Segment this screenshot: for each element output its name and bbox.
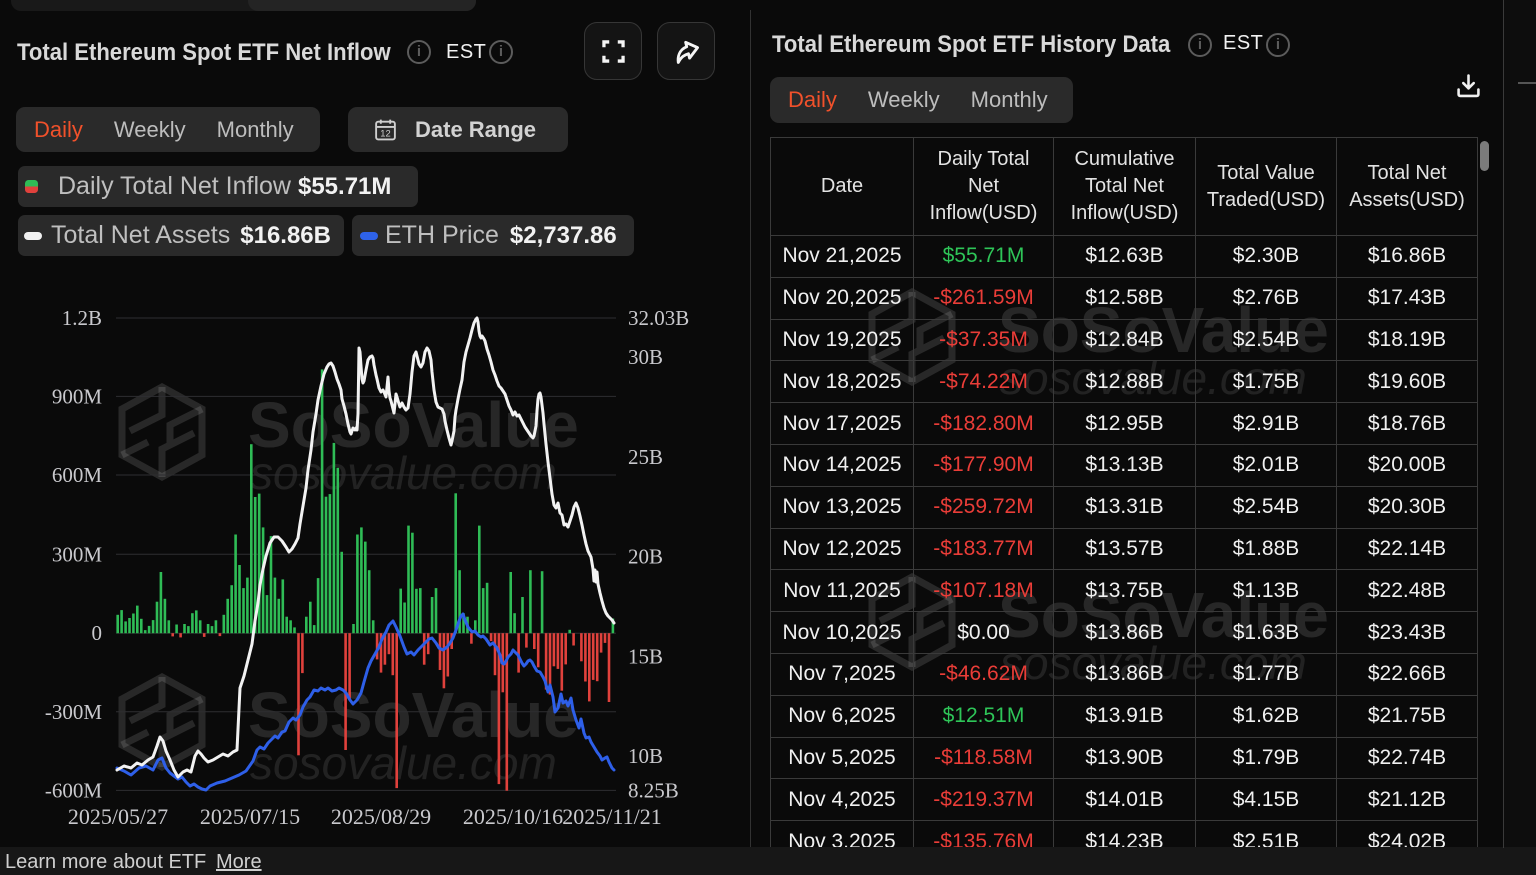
svg-text:sosovalue.com: sosovalue.com (250, 447, 557, 499)
svg-text:0: 0 (92, 621, 103, 645)
svg-text:25B: 25B (628, 445, 663, 469)
svg-text:2025/08/29: 2025/08/29 (331, 804, 431, 829)
svg-text:600M: 600M (52, 463, 103, 487)
svg-text:2025/11/21: 2025/11/21 (562, 804, 661, 829)
svg-text:1.2B: 1.2B (62, 306, 102, 330)
svg-text:20B: 20B (628, 545, 663, 569)
svg-text:-600M: -600M (45, 778, 102, 802)
svg-text:30B: 30B (628, 345, 663, 369)
svg-text:900M: 900M (52, 384, 103, 408)
svg-text:sosovalue.com: sosovalue.com (250, 737, 557, 789)
svg-text:15B: 15B (628, 645, 663, 669)
svg-text:-300M: -300M (45, 700, 102, 724)
svg-text:32.03B: 32.03B (628, 306, 689, 330)
svg-text:8.25B: 8.25B (628, 778, 679, 802)
svg-text:10B: 10B (628, 744, 663, 768)
svg-text:2025/07/15: 2025/07/15 (200, 804, 300, 829)
svg-text:300M: 300M (52, 542, 103, 566)
svg-text:2025/10/16: 2025/10/16 (463, 804, 563, 829)
svg-text:2025/05/27: 2025/05/27 (68, 804, 168, 829)
